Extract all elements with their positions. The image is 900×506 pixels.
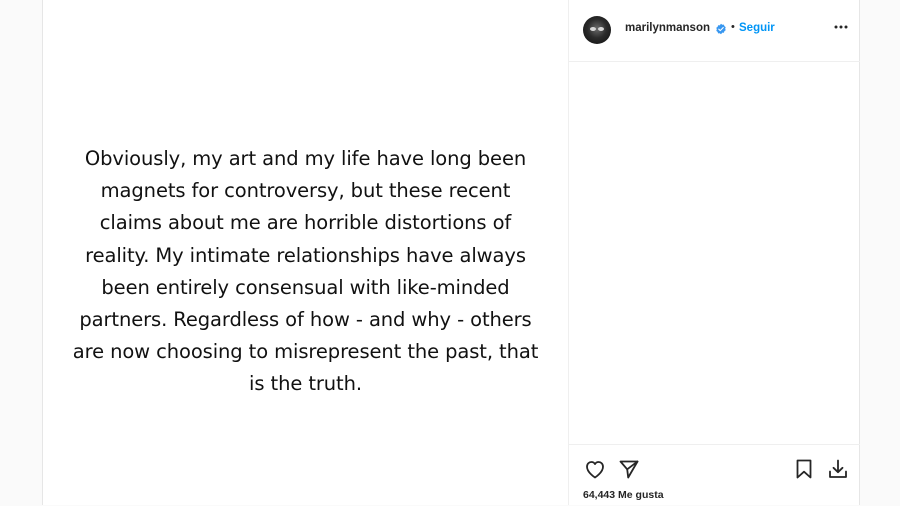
more-options-icon[interactable] — [833, 18, 849, 36]
post-text-line: been entirely consensual with like-minde… — [101, 275, 510, 299]
bookmark-icon[interactable] — [792, 457, 816, 481]
post-text-line: partners. Regardless of how - and why - … — [79, 308, 532, 332]
post-text-line: Obviously, my art and my life have long … — [84, 147, 527, 170]
username-link[interactable]: marilynmanson — [625, 22, 710, 34]
send-icon[interactable] — [617, 457, 641, 481]
post-text-line: are now choosing to misrepresent the pas… — [72, 340, 539, 364]
verified-badge-icon — [716, 23, 726, 35]
post-text-line: is the truth. — [249, 372, 362, 396]
separator-dot: • — [731, 21, 735, 33]
post-text-line: claims about me are horrible distortions… — [99, 211, 512, 235]
like-count[interactable]: 64,443 Me gusta — [583, 489, 664, 501]
post-image-text: Obviously, my art and my life have long … — [43, 143, 568, 401]
avatar-eye — [598, 27, 604, 31]
action-bar: 64,443 Me gusta — [569, 444, 860, 506]
post-header: marilynmanson • Seguir — [569, 0, 860, 62]
post-text-line: reality. My intimate relationships have … — [85, 243, 526, 267]
post-text-line: magnets for controversy, but these recen… — [100, 179, 511, 203]
avatar-eye — [590, 27, 596, 31]
post-sidebar: marilynmanson • Seguir 64,443 Me gusta — [568, 0, 860, 505]
post-container: Obviously, my art and my life have long … — [42, 0, 860, 505]
follow-button[interactable]: Seguir — [739, 22, 775, 34]
heart-icon[interactable] — [583, 457, 607, 481]
avatar[interactable] — [583, 16, 611, 44]
post-image: Obviously, my art and my life have long … — [43, 0, 568, 505]
download-icon[interactable] — [826, 457, 850, 481]
